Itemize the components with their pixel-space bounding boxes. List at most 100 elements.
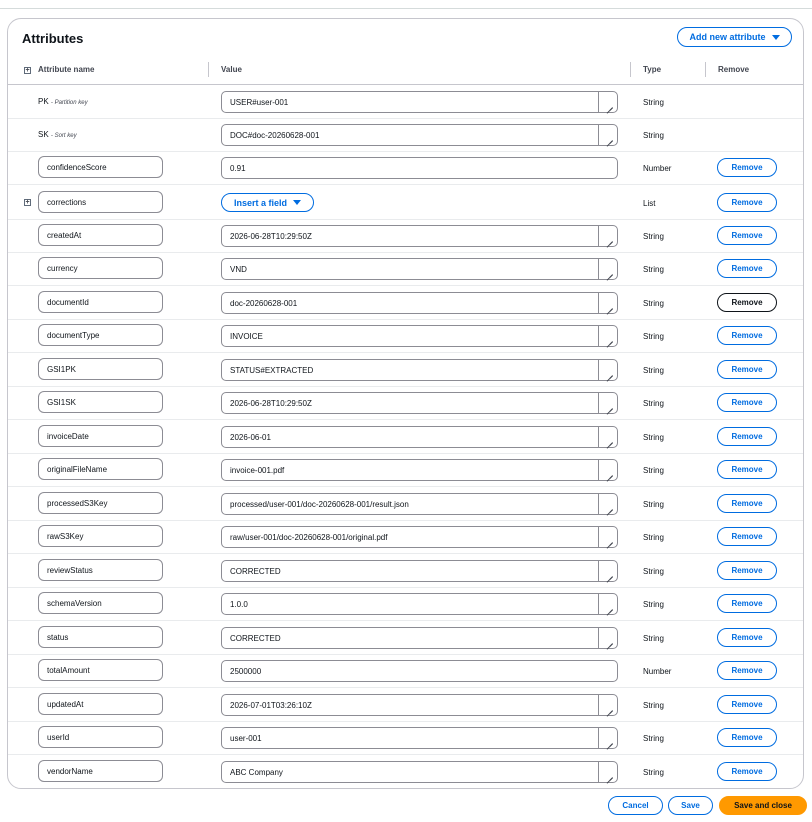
resize-handle-icon[interactable] bbox=[598, 293, 617, 313]
table-row: GSI1PK STATUS#EXTRACTED String Remove bbox=[8, 353, 803, 387]
attribute-value-input[interactable]: INVOICE bbox=[221, 325, 618, 347]
remove-button[interactable]: Remove bbox=[717, 460, 777, 479]
attribute-value-input[interactable]: USER#user-001 bbox=[221, 91, 618, 113]
attribute-value-input[interactable]: 2026-06-28T10:29:50Z bbox=[221, 225, 618, 247]
remove-button[interactable]: Remove bbox=[717, 762, 777, 781]
insert-field-button[interactable]: Insert a field bbox=[221, 193, 314, 212]
resize-handle-icon[interactable] bbox=[598, 393, 617, 413]
attribute-type: Number bbox=[643, 164, 672, 173]
attribute-name-input[interactable]: updatedAt bbox=[38, 693, 163, 715]
attribute-name-input[interactable]: vendorName bbox=[38, 760, 163, 782]
resize-handle-icon[interactable] bbox=[598, 460, 617, 480]
column-header-type: Type bbox=[643, 65, 662, 74]
attribute-value-input[interactable]: 2026-06-28T10:29:50Z bbox=[221, 392, 618, 414]
resize-handle-icon[interactable] bbox=[598, 762, 617, 782]
attribute-value-input[interactable]: raw/user-001/doc-20260628-001/original.p… bbox=[221, 526, 618, 548]
cancel-button[interactable]: Cancel bbox=[608, 796, 663, 815]
attribute-name-input[interactable]: documentType bbox=[38, 324, 163, 346]
resize-handle-icon[interactable] bbox=[598, 326, 617, 346]
remove-button[interactable]: Remove bbox=[717, 427, 777, 446]
attribute-type: String bbox=[643, 265, 664, 274]
attribute-value-input[interactable]: 2500000 bbox=[221, 660, 618, 682]
resize-handle-icon[interactable] bbox=[598, 226, 617, 246]
attribute-value-input[interactable]: VND bbox=[221, 258, 618, 280]
save-button[interactable]: Save bbox=[668, 796, 713, 815]
attribute-value-input[interactable]: processed/user-001/doc-20260628-001/resu… bbox=[221, 493, 618, 515]
attribute-value-input[interactable]: 2026-06-01 bbox=[221, 426, 618, 448]
remove-button[interactable]: Remove bbox=[717, 494, 777, 513]
resize-handle-icon[interactable] bbox=[598, 628, 617, 648]
table-row: schemaVersion 1.0.0 String Remove bbox=[8, 587, 803, 621]
top-divider bbox=[0, 8, 812, 9]
attribute-value-input[interactable]: user-001 bbox=[221, 727, 618, 749]
resize-handle-icon[interactable] bbox=[598, 125, 617, 145]
attribute-value-input[interactable]: DOC#doc-20260628-001 bbox=[221, 124, 618, 146]
attribute-name-input[interactable]: userId bbox=[38, 726, 163, 748]
remove-button[interactable]: Remove bbox=[717, 393, 777, 412]
attribute-value-input[interactable]: doc-20260628-001 bbox=[221, 292, 618, 314]
resize-handle-icon[interactable] bbox=[598, 561, 617, 581]
remove-button[interactable]: Remove bbox=[717, 326, 777, 345]
attributes-panel: Attributes Add new attribute + Attribute… bbox=[7, 18, 804, 789]
resize-handle-icon[interactable] bbox=[598, 594, 617, 614]
table-row: reviewStatus CORRECTED String Remove bbox=[8, 554, 803, 588]
attribute-name-input[interactable]: corrections bbox=[38, 191, 163, 213]
remove-button[interactable]: Remove bbox=[717, 259, 777, 278]
resize-handle-icon[interactable] bbox=[598, 695, 617, 715]
attribute-value-input[interactable]: invoice-001.pdf bbox=[221, 459, 618, 481]
attribute-name-input[interactable]: createdAt bbox=[38, 224, 163, 246]
table-row: createdAt 2026-06-28T10:29:50Z String Re… bbox=[8, 219, 803, 253]
remove-button[interactable]: Remove bbox=[717, 561, 777, 580]
attribute-value-input[interactable]: CORRECTED bbox=[221, 627, 618, 649]
remove-button[interactable]: Remove bbox=[717, 594, 777, 613]
attribute-name-input[interactable]: currency bbox=[38, 257, 163, 279]
attribute-value-input[interactable]: 0.91 bbox=[221, 157, 618, 179]
attribute-value-input[interactable]: STATUS#EXTRACTED bbox=[221, 359, 618, 381]
attribute-name-input[interactable]: schemaVersion bbox=[38, 592, 163, 614]
attribute-type: String bbox=[643, 332, 664, 341]
resize-handle-icon[interactable] bbox=[598, 728, 617, 748]
attribute-value-input[interactable]: CORRECTED bbox=[221, 560, 618, 582]
attribute-name-input[interactable]: GSI1PK bbox=[38, 358, 163, 380]
attribute-type: String bbox=[643, 98, 664, 107]
resize-handle-icon[interactable] bbox=[598, 259, 617, 279]
remove-button[interactable]: Remove bbox=[717, 293, 777, 312]
resize-handle-icon[interactable] bbox=[598, 360, 617, 380]
attribute-name-input[interactable]: reviewStatus bbox=[38, 559, 163, 581]
attribute-name-input[interactable]: originalFileName bbox=[38, 458, 163, 480]
attribute-value-input[interactable]: 1.0.0 bbox=[221, 593, 618, 615]
table-row: status CORRECTED String Remove bbox=[8, 621, 803, 655]
remove-button[interactable]: Remove bbox=[717, 728, 777, 747]
plus-square-icon[interactable]: + bbox=[24, 67, 31, 74]
add-new-attribute-button[interactable]: Add new attribute bbox=[677, 27, 792, 47]
attribute-name-input[interactable]: status bbox=[38, 626, 163, 648]
attribute-name-input[interactable]: invoiceDate bbox=[38, 425, 163, 447]
remove-button[interactable]: Remove bbox=[717, 695, 777, 714]
remove-button[interactable]: Remove bbox=[717, 158, 777, 177]
attribute-name-input[interactable]: documentId bbox=[38, 291, 163, 313]
attribute-name-input[interactable]: GSI1SK bbox=[38, 391, 163, 413]
resize-handle-icon[interactable] bbox=[598, 92, 617, 112]
table-row: userId user-001 String Remove bbox=[8, 721, 803, 755]
attribute-name-input[interactable]: totalAmount bbox=[38, 659, 163, 681]
attribute-value-input[interactable]: ABC Company bbox=[221, 761, 618, 783]
attribute-name-input[interactable]: rawS3Key bbox=[38, 525, 163, 547]
attribute-type: String bbox=[643, 701, 664, 710]
resize-handle-icon[interactable] bbox=[598, 494, 617, 514]
save-and-close-button[interactable]: Save and close bbox=[719, 796, 807, 815]
remove-button[interactable]: Remove bbox=[717, 226, 777, 245]
attribute-name-input[interactable]: processedS3Key bbox=[38, 492, 163, 514]
remove-button[interactable]: Remove bbox=[717, 661, 777, 680]
remove-button[interactable]: Remove bbox=[717, 628, 777, 647]
attribute-value-input[interactable]: 2026-07-01T03:26:10Z bbox=[221, 694, 618, 716]
table-row: confidenceScore 0.91 Number Remove bbox=[8, 151, 803, 185]
caret-down-icon bbox=[771, 34, 780, 40]
remove-button[interactable]: Remove bbox=[717, 527, 777, 546]
remove-button[interactable]: Remove bbox=[717, 193, 777, 212]
plus-square-icon[interactable]: + bbox=[24, 199, 31, 206]
resize-handle-icon[interactable] bbox=[598, 427, 617, 447]
remove-button[interactable]: Remove bbox=[717, 360, 777, 379]
attribute-name-input[interactable]: confidenceScore bbox=[38, 156, 163, 178]
resize-handle-icon[interactable] bbox=[598, 527, 617, 547]
column-header-remove: Remove bbox=[718, 65, 750, 74]
